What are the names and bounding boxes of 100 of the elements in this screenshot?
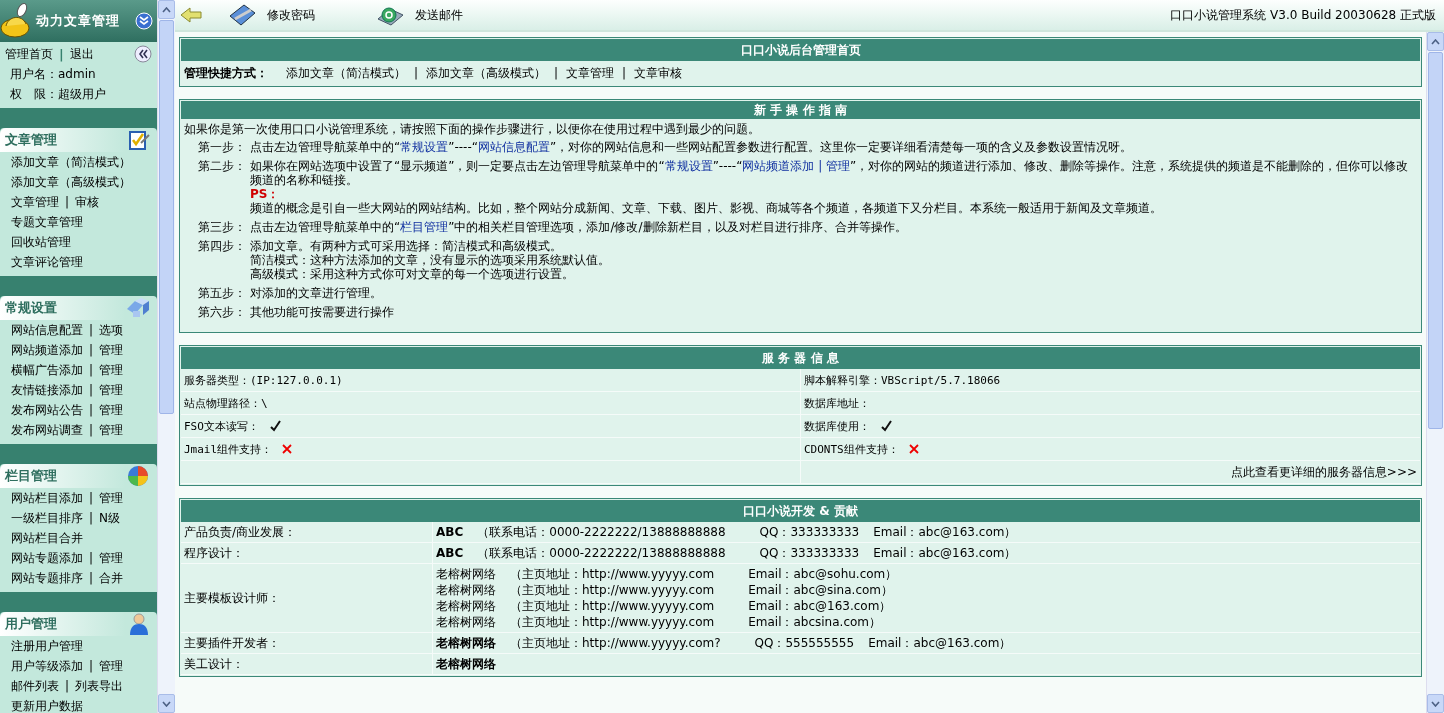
menu-link[interactable]: 注册用户管理 <box>11 637 83 655</box>
credit-detail: Email：abc@sohu.com） <box>748 566 898 582</box>
menu-link[interactable]: 添加文章（简洁模式） <box>11 153 131 171</box>
menu-link[interactable]: N级 <box>99 509 121 527</box>
menu-link[interactable]: 发布网站调查 <box>11 421 83 439</box>
menu-link[interactable]: 选项 <box>99 321 124 339</box>
text-link[interactable]: 网站频道添加 | 管理 <box>742 159 851 173</box>
text-link[interactable]: 栏目管理 <box>400 220 449 234</box>
step-label: 第五步： <box>198 286 247 300</box>
credit-detail: （主页地址：http://www.yyyyy.com <box>510 598 715 614</box>
separator: | <box>622 66 627 80</box>
menu-link[interactable]: 文章管理 <box>11 193 59 211</box>
credit-detail: 老榕树网络 <box>436 582 496 598</box>
server-info: CDONTS组件支持： <box>804 441 899 457</box>
more-info-link[interactable]: 点此查看更详细的服务器信息>>> <box>1230 464 1417 479</box>
menu-link[interactable]: 管理 <box>99 401 124 419</box>
menu-link[interactable]: 文章评论管理 <box>11 253 83 271</box>
scrollbar[interactable] <box>157 0 175 713</box>
text-link[interactable]: 网站信息配置 <box>478 140 550 154</box>
logout-link[interactable]: 退出 <box>69 45 94 63</box>
menu-link[interactable]: 添加文章（高级模式） <box>11 173 131 191</box>
menu-link[interactable]: 合并 <box>99 569 124 587</box>
toolbar-button[interactable]: 修改密码 <box>227 2 315 28</box>
menu-link[interactable]: 列表导出 <box>75 677 124 695</box>
menu-link[interactable]: 管理 <box>99 341 124 359</box>
home-link[interactable]: 管理首页 <box>5 45 53 63</box>
shortcut-link[interactable]: 添加文章（简洁模式） <box>286 64 406 82</box>
menu-link[interactable]: 网站频道添加 <box>11 341 83 359</box>
menu-link[interactable]: 一级栏目排序 <box>11 509 83 527</box>
step-text: 简洁模式：这种方法添加的文章，没有显示的选项采用系统默认值。 <box>250 253 610 267</box>
separator: | <box>89 383 94 397</box>
shortcut-link[interactable]: 文章管理 <box>566 64 615 82</box>
credit-detail: ABC <box>436 524 464 540</box>
credit-role: 产品负责/商业发展： <box>184 525 297 539</box>
credit-detail: Email：abc@163.com） <box>873 524 1017 540</box>
scrollbar-thumb[interactable] <box>1428 52 1443 429</box>
server-info: 服务器类型：(IP:127.0.0.1) <box>184 372 343 388</box>
text-link[interactable]: 常规设置 <box>400 140 449 154</box>
menu-link[interactable]: 横幅广告添加 <box>11 361 83 379</box>
step-text: 对添加的文章进行管理。 <box>250 286 382 300</box>
credit-detail: 老榕树网络 <box>436 614 496 630</box>
menu-link[interactable]: 用户等级添加 <box>11 657 83 675</box>
menu-link[interactable]: 网站栏目合并 <box>11 529 83 547</box>
toolbar-button[interactable]: 发送邮件 <box>375 3 463 27</box>
step-label: 第三步： <box>198 220 247 234</box>
separator: | <box>89 323 94 337</box>
text-link[interactable]: 常规设置 <box>664 159 713 173</box>
credit-detail: 老榕树网络 <box>436 598 496 614</box>
separator: | <box>89 659 94 673</box>
separator: | <box>554 66 559 80</box>
credit-detail: QQ：555555555 <box>754 635 855 651</box>
step-text: 高级模式：采用这种方式你可对文章的每一个选项进行设置。 <box>250 267 575 281</box>
credit-detail: Email：abcsina.com） <box>748 614 882 630</box>
menu-link[interactable]: 管理 <box>99 657 124 675</box>
panel-title: 服 务 器 信 息 <box>181 347 1420 369</box>
separator: | <box>65 195 70 209</box>
menu-link[interactable]: 网站专题添加 <box>11 549 83 567</box>
chevron-down-icon <box>135 12 153 30</box>
credit-detail: （主页地址：http://www.yyyyy.com <box>510 566 715 582</box>
menu-link[interactable]: 邮件列表 <box>11 677 59 695</box>
step-text: 其他功能可按需要进行操作 <box>250 305 394 319</box>
menu-link[interactable]: 回收站管理 <box>11 233 71 251</box>
menu-link[interactable]: 专题文章管理 <box>11 213 83 231</box>
menu-link[interactable]: 审核 <box>75 193 100 211</box>
credit-detail: 老榕树网络 <box>436 656 496 672</box>
menu-link[interactable]: 网站栏目添加 <box>11 489 83 507</box>
menu-link[interactable]: 管理 <box>99 361 124 379</box>
panel-title: 口口小说开发 & 贡献 <box>181 500 1420 522</box>
arrow-left-icon <box>179 6 203 24</box>
menu-link[interactable]: 管理 <box>99 381 124 399</box>
back-button[interactable] <box>179 6 203 24</box>
credit-detail: Email：abc@163.com） <box>748 598 892 614</box>
separator: | <box>89 511 94 525</box>
server-info: FSO文本读写： <box>184 418 259 434</box>
credit-detail: 老榕树网络 <box>436 635 496 651</box>
scrollbar[interactable] <box>1426 32 1444 713</box>
step-text: 点击左边管理导航菜单中的“常规设置”----“网站信息配置”，对你的网站信息和一些网站配置参数进行配置。这里你一定要详细看清楚每一项的含义及参数设置情况呀。 <box>250 140 1133 154</box>
step-text: 频道的概念是引自一些大网站的网站结构。比如，整个网站分成新闻、文章、下载、图片、影视、商城等各个频道，各频道下又分栏目。本系统一般适用于新闻及文章频道。 <box>250 201 1163 215</box>
server-info: 站点物理路径：\ <box>184 395 268 411</box>
menu-link[interactable]: 网站信息配置 <box>11 321 83 339</box>
chevron-up-icon <box>162 6 171 13</box>
step-label: 第二步： <box>198 159 247 175</box>
menu-link[interactable]: 友情链接添加 <box>11 381 83 399</box>
shortcut-link[interactable]: 文章审核 <box>634 64 683 82</box>
menu-link[interactable]: 更新用户数据 <box>11 697 83 713</box>
shortcut-link[interactable]: 添加文章（高级模式） <box>426 64 547 82</box>
menu-link[interactable]: 管理 <box>99 489 124 507</box>
server-info: 数据库地址： <box>804 395 870 411</box>
credit-detail: （主页地址：http://www.yyyyy.com <box>510 614 715 630</box>
section-title: 常规设置 <box>5 299 57 317</box>
menu-link[interactable]: 管理 <box>99 549 124 567</box>
scrollbar-thumb[interactable] <box>159 20 174 415</box>
menu-link[interactable]: 网站专题排序 <box>11 569 83 587</box>
separator: | <box>89 491 94 505</box>
separator: | <box>89 551 94 565</box>
separator: | <box>89 571 94 585</box>
menu-link[interactable]: 发布网站公告 <box>11 401 83 419</box>
credit-detail: （联系电话：0000-2222222/13888888888 <box>477 545 726 561</box>
credit-role: 主要模板设计师： <box>184 591 280 605</box>
menu-link[interactable]: 管理 <box>99 421 124 439</box>
